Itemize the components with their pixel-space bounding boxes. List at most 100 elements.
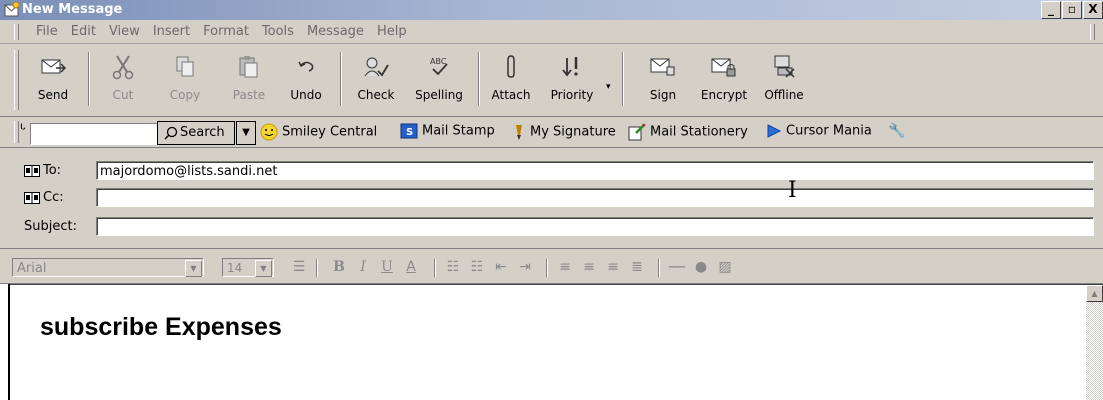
minimize-button[interactable]: _	[1041, 1, 1061, 19]
format-separator	[434, 259, 436, 277]
smiley-central-link[interactable]: Smiley Central	[260, 123, 377, 141]
smiley-icon	[260, 123, 278, 141]
offline-icon	[774, 55, 795, 78]
cut-button[interactable]: Cut	[98, 46, 148, 114]
copy-button[interactable]: Copy	[158, 46, 212, 114]
increase-indent-icon[interactable]: ⇥	[516, 258, 534, 276]
to-button[interactable]: To:	[24, 163, 61, 178]
horizontal-line-icon[interactable]: —	[668, 258, 686, 276]
menu-view[interactable]: View	[109, 24, 140, 39]
paste-button[interactable]: Paste	[222, 46, 276, 114]
menu-message[interactable]: Message	[307, 24, 364, 39]
menu-help[interactable]: Help	[377, 24, 407, 39]
stationery-icon	[628, 123, 646, 141]
font-size-select[interactable]: 14 ▼	[222, 258, 274, 277]
text-cursor-icon: I	[788, 178, 797, 203]
addon-toolbar-grip[interactable]	[14, 121, 19, 143]
numbered-list-icon[interactable]: ☷	[444, 258, 462, 276]
format-separator	[316, 259, 318, 277]
priority-button[interactable]: Priority	[542, 46, 602, 114]
message-window: New Message _ ▫ X File Edit View Insert …	[0, 0, 1103, 400]
subject-field[interactable]	[96, 217, 1094, 236]
smiley-central-label: Smiley Central	[282, 124, 378, 140]
align-center-icon[interactable]: ≡	[580, 258, 598, 276]
offline-button[interactable]: Offline	[758, 46, 810, 114]
justify-icon[interactable]: ≣	[628, 258, 646, 276]
priority-dropdown-arrow[interactable]: ▾	[606, 82, 611, 92]
addon-toolbar: ᒡ Search ▼ Smiley Central S Mail Stamp My…	[0, 117, 1103, 148]
my-signature-label: My Signature	[530, 124, 616, 140]
toolbar-separator	[340, 52, 342, 106]
cc-button[interactable]: Cc:	[24, 190, 64, 205]
bulleted-list-icon[interactable]: ☷	[468, 258, 486, 276]
cc-field[interactable]	[96, 188, 1094, 207]
cut-label: Cut	[112, 88, 134, 102]
toolbar-grip[interactable]	[14, 50, 19, 110]
title-bar[interactable]: New Message _ ▫ X	[0, 0, 1103, 20]
font-select[interactable]: Arial ▼	[12, 258, 204, 277]
search-dropdown-button[interactable]: ▼	[236, 121, 256, 145]
format-separator	[658, 259, 660, 277]
maximize-button[interactable]: ▫	[1062, 1, 1082, 19]
sign-button[interactable]: Sign	[640, 46, 686, 114]
tools-wrench-button[interactable]: 🔧	[888, 123, 905, 139]
search-button[interactable]: Search	[157, 121, 235, 145]
stamp-icon: S	[400, 123, 418, 139]
attach-label: Attach	[491, 88, 531, 102]
message-header: To: majordomo@lists.sandi.net Cc: Subjec…	[0, 148, 1103, 249]
font-color-icon[interactable]: A	[402, 258, 420, 276]
cursor-icon	[767, 124, 782, 138]
menu-format[interactable]: Format	[203, 24, 249, 39]
address-book-icon	[24, 164, 40, 177]
underline-icon[interactable]: U	[378, 258, 396, 276]
send-icon	[41, 59, 67, 74]
mail-stamp-link[interactable]: S Mail Stamp	[400, 123, 495, 139]
paragraph-style-icon[interactable]: ☰	[290, 258, 308, 276]
subject-row: Subject:	[0, 214, 1103, 240]
send-label: Send	[37, 88, 69, 102]
bold-icon[interactable]: B	[330, 258, 348, 276]
copy-label: Copy	[169, 88, 201, 102]
main-toolbar: Send Cut Copy Paste Undo Check ABC Spell…	[0, 44, 1103, 117]
to-row: To: majordomo@lists.sandi.net	[0, 158, 1103, 184]
mail-stationery-link[interactable]: Mail Stationery	[628, 123, 748, 141]
menu-tools[interactable]: Tools	[262, 24, 294, 39]
scissors-icon	[112, 55, 134, 80]
align-right-icon[interactable]: ≡	[604, 258, 622, 276]
undo-button[interactable]: Undo	[282, 46, 330, 114]
decrease-indent-icon[interactable]: ⇤	[492, 258, 510, 276]
insert-picture-icon[interactable]: ▨	[716, 258, 734, 276]
menu-edit[interactable]: Edit	[71, 24, 96, 39]
attach-button[interactable]: Attach	[486, 46, 536, 114]
menu-file[interactable]: File	[36, 24, 58, 39]
my-signature-link[interactable]: My Signature	[512, 123, 616, 141]
search-logo-icon: ᒡ	[20, 122, 27, 138]
undo-label: Undo	[290, 88, 322, 102]
search-button-label: Search	[180, 125, 225, 140]
menu-insert[interactable]: Insert	[153, 24, 190, 39]
mail-stationery-label: Mail Stationery	[650, 124, 748, 140]
search-input[interactable]	[30, 123, 158, 145]
mail-stamp-label: Mail Stamp	[422, 123, 495, 139]
scroll-up-button[interactable]: ▲	[1086, 285, 1103, 302]
spelling-icon: ABC	[430, 57, 448, 76]
cursor-mania-link[interactable]: Cursor Mania	[766, 123, 872, 139]
paste-icon	[239, 56, 258, 78]
to-label: To:	[43, 163, 62, 178]
encrypt-button[interactable]: Encrypt	[694, 46, 754, 114]
toolbar-separator	[622, 52, 624, 106]
vertical-scrollbar[interactable]: ▲	[1086, 285, 1103, 400]
close-button[interactable]: X	[1083, 1, 1103, 19]
check-label: Check	[357, 88, 395, 102]
to-field[interactable]: majordomo@lists.sandi.net	[96, 161, 1094, 180]
italic-icon[interactable]: I	[354, 258, 372, 276]
align-left-icon[interactable]: ≡	[556, 258, 574, 276]
toolbar-separator	[478, 52, 480, 106]
spelling-button[interactable]: ABC Spelling	[408, 46, 470, 114]
font-size-value: 14	[227, 261, 243, 275]
chevron-down-icon: ▼	[242, 127, 250, 138]
message-body[interactable]: subscribe Expenses ▲	[0, 284, 1103, 400]
send-button[interactable]: Send	[26, 46, 80, 114]
check-names-button[interactable]: Check	[350, 46, 402, 114]
hyperlink-icon[interactable]: ●	[692, 258, 710, 276]
